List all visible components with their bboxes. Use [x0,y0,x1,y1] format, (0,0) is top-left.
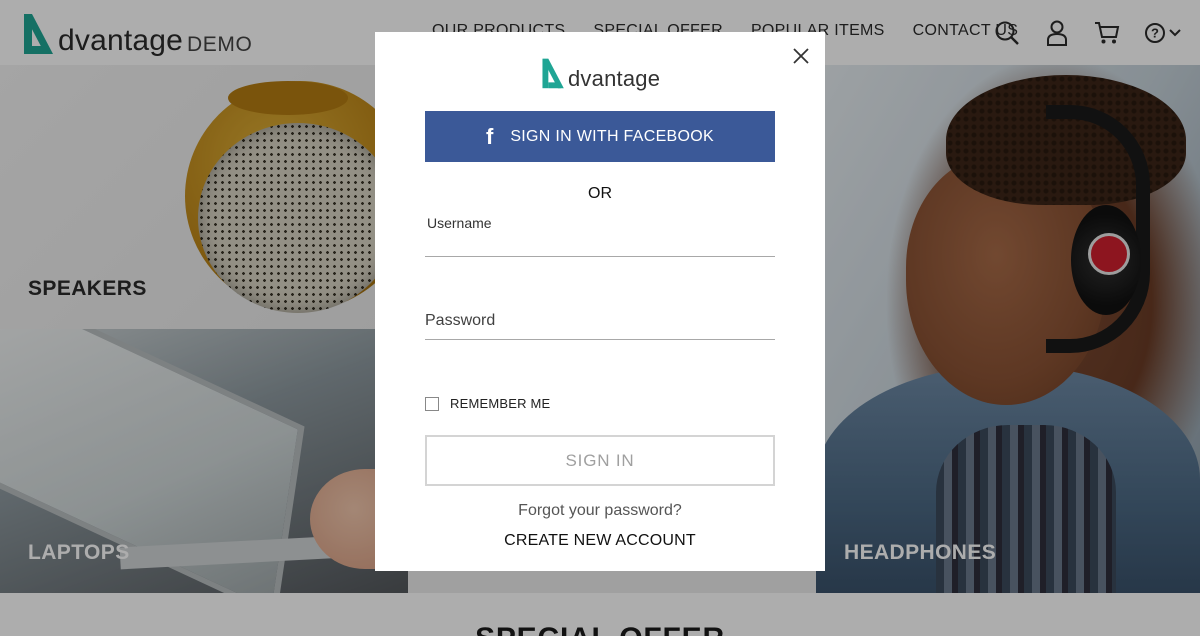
create-account-link[interactable]: CREATE NEW ACCOUNT [375,532,825,550]
forgot-password-link[interactable]: Forgot your password? [375,502,825,520]
remember-me-checkbox[interactable] [425,396,439,411]
facebook-icon: f [486,123,494,149]
password-field: Password [425,309,775,340]
modal-logo-word: dvantage [568,66,661,91]
remember-me-label: REMEMBER ME [450,396,551,411]
close-icon[interactable] [791,46,811,66]
login-modal: dvantage f SIGN IN WITH FACEBOOK OR User… [375,32,825,571]
remember-me-option[interactable]: REMEMBER ME [425,396,550,411]
username-label: Username [427,215,492,231]
username-input[interactable] [425,232,775,254]
advantage-logo-icon [542,58,564,89]
sign-in-label: SIGN IN [565,450,635,470]
password-input[interactable] [425,315,775,337]
username-field: Username [425,215,775,257]
sign-in-button[interactable]: SIGN IN [425,435,775,486]
facebook-signin-button[interactable]: f SIGN IN WITH FACEBOOK [425,111,775,162]
modal-logo: dvantage [541,56,660,90]
or-divider: OR [588,185,612,202]
facebook-signin-label: SIGN IN WITH FACEBOOK [510,127,714,145]
page: dvantage DEMO OUR PRODUCTS SPECIAL OFFER… [0,0,1200,636]
